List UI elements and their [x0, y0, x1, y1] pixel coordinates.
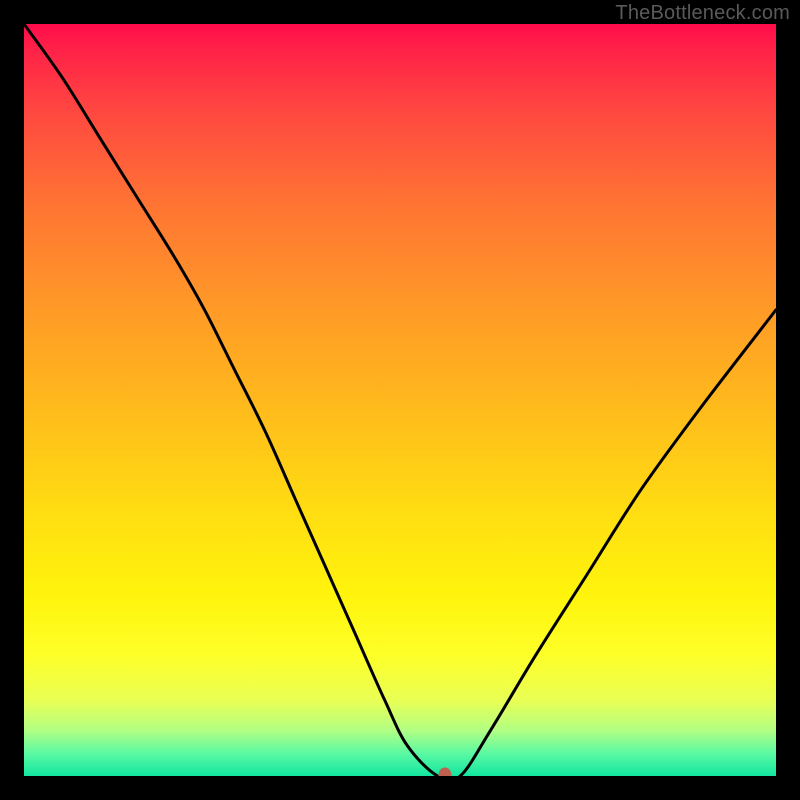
bottleneck-curve: [24, 24, 776, 776]
optimal-point-marker: [439, 768, 452, 777]
watermark-text: TheBottleneck.com: [615, 2, 790, 25]
plot-area: [24, 24, 776, 776]
chart-frame: TheBottleneck.com: [0, 0, 800, 800]
